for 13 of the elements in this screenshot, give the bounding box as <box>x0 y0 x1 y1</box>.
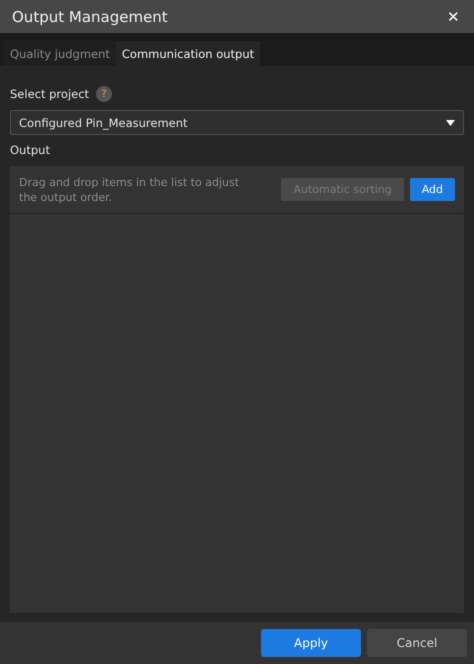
field-label: Select project <box>10 87 90 101</box>
project-dropdown[interactable]: Configured Pin_Measurement <box>10 110 464 135</box>
help-icon[interactable]: ? <box>96 86 112 102</box>
section-label: Output <box>10 143 51 157</box>
apply-button[interactable]: Apply <box>261 629 361 657</box>
tab[interactable]: Communication output <box>116 41 260 66</box>
caret-icon <box>446 120 455 126</box>
window-title: Output Management <box>12 8 168 26</box>
add-button[interactable]: Add <box>410 178 455 201</box>
hint-text: Drag and drop items in the list to adjust the output order. <box>19 174 240 204</box>
close-button[interactable]: ✕ <box>447 8 460 26</box>
tab[interactable]: Quality judgment <box>4 41 116 66</box>
cancel-button[interactable]: Cancel <box>367 629 467 657</box>
